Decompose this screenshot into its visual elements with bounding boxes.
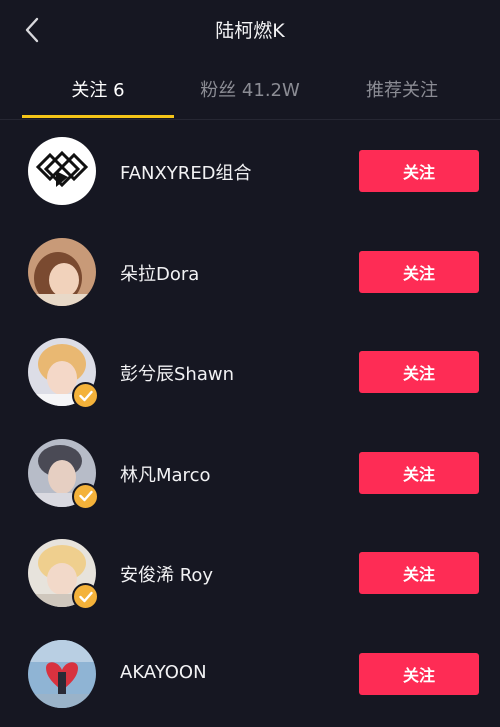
user-row[interactable]: FANXYRED组合 关注 xyxy=(0,121,500,222)
user-row[interactable]: AKAYOON 关注 xyxy=(0,624,500,725)
user-row[interactable]: 林凡Marco 关注 xyxy=(0,423,500,524)
user-row[interactable]: 彭兮辰Shawn 关注 xyxy=(0,322,500,423)
following-list-screen: 陆柯燃K 关注 6 粉丝 41.2W 推荐关注 FANXYRED组合 关注 朵拉… xyxy=(0,0,500,727)
follow-button[interactable]: 关注 xyxy=(359,552,479,594)
follow-button[interactable]: 关注 xyxy=(359,250,479,293)
user-row[interactable]: 朵拉Dora 关注 xyxy=(0,222,500,323)
avatar[interactable] xyxy=(28,539,99,610)
follow-button[interactable]: 关注 xyxy=(359,451,479,494)
follow-button[interactable]: 关注 xyxy=(359,351,479,393)
tab-bar: 关注 6 粉丝 41.2W 推荐关注 xyxy=(0,62,500,120)
active-tab-indicator xyxy=(22,115,174,118)
user-name[interactable]: 朵拉Dora xyxy=(120,260,199,286)
page-title: 陆柯燃K xyxy=(215,20,285,42)
verified-badge-icon xyxy=(72,482,99,510)
user-name[interactable]: 安俊浠 Roy xyxy=(120,561,213,587)
user-row[interactable]: 安俊浠 Roy 关注 xyxy=(0,523,500,624)
user-photo-avatar xyxy=(28,237,96,306)
avatar[interactable] xyxy=(28,338,99,409)
follow-button[interactable]: 关注 xyxy=(359,652,479,695)
tab-followers[interactable]: 粉丝 41.2W xyxy=(174,76,326,110)
user-name[interactable]: 彭兮辰Shawn xyxy=(120,360,234,386)
tab-recommended[interactable]: 推荐关注 xyxy=(326,76,478,110)
avatar[interactable] xyxy=(28,137,96,205)
user-list: FANXYRED组合 关注 朵拉Dora 关注 彭兮辰Shawn 关注 林凡Ma… xyxy=(0,121,500,724)
fanxyred-logo-avatar xyxy=(28,137,96,205)
user-name[interactable]: AKAYOON xyxy=(120,662,207,683)
verified-badge-icon xyxy=(72,583,99,610)
follow-button[interactable]: 关注 xyxy=(359,150,479,192)
avatar[interactable] xyxy=(28,639,96,708)
avatar[interactable] xyxy=(28,237,96,306)
header: 陆柯燃K xyxy=(0,0,500,62)
user-name[interactable]: 林凡Marco xyxy=(120,461,210,487)
user-name[interactable]: FANXYRED组合 xyxy=(120,159,252,185)
tab-following[interactable]: 关注 6 xyxy=(22,76,174,110)
verified-badge-icon xyxy=(72,382,99,409)
avatar[interactable] xyxy=(28,438,99,510)
user-photo-avatar xyxy=(28,639,96,708)
